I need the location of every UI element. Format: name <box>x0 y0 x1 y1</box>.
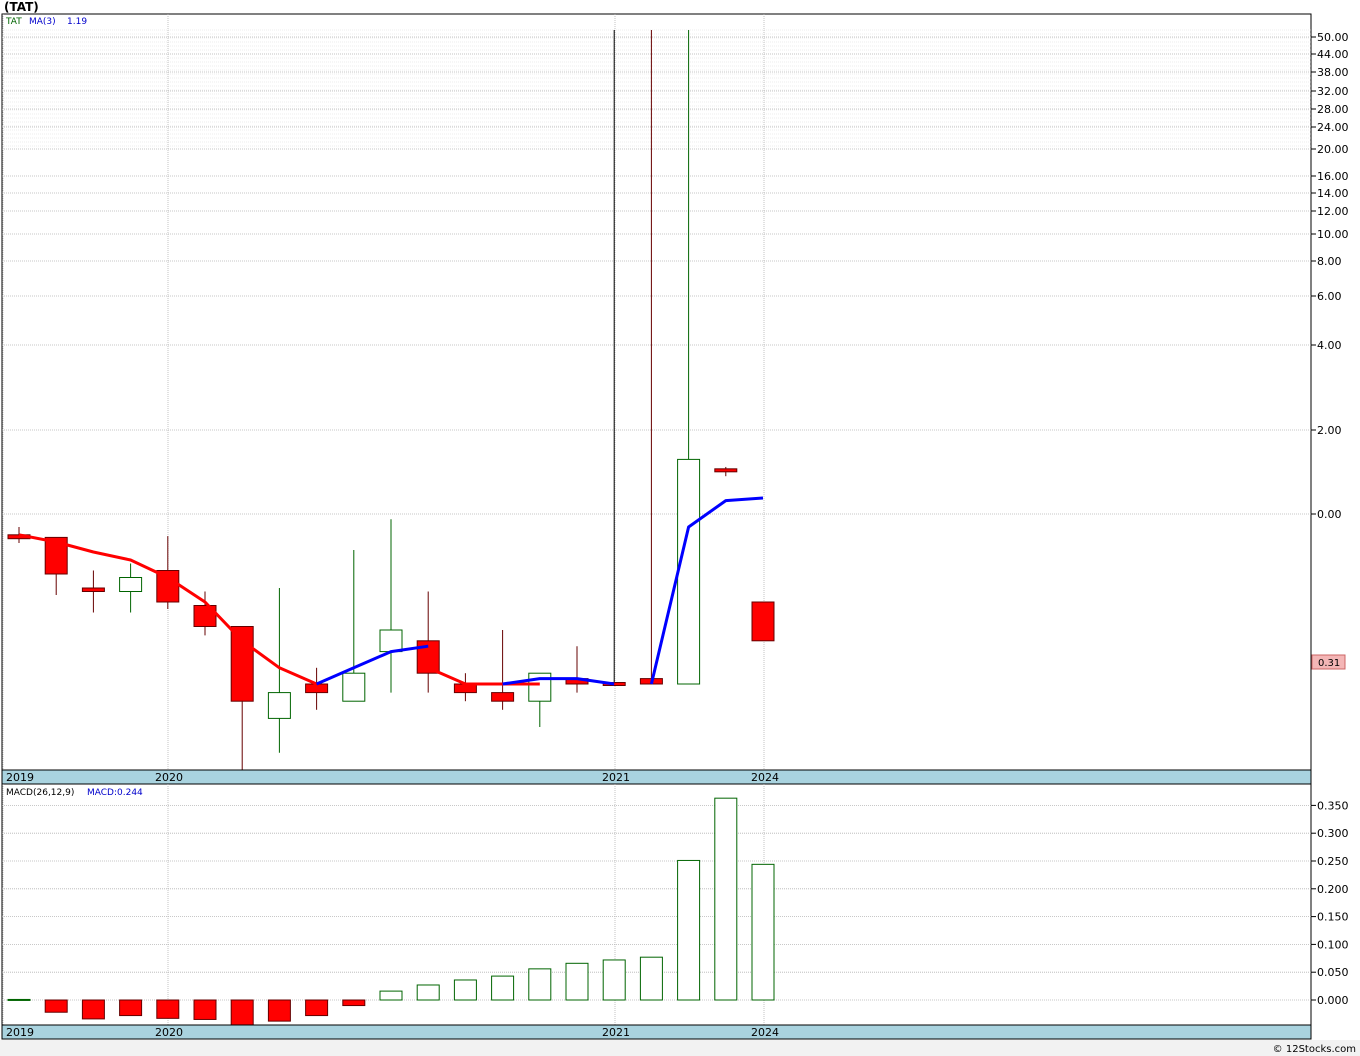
macd-bar <box>230 999 254 1026</box>
macd-bar <box>267 999 291 1022</box>
price-y-tick-label: 10.00 <box>1317 228 1349 241</box>
macd-legend-name: MACD(26,12,9) <box>6 788 74 798</box>
macd-bar <box>156 999 180 1019</box>
credit-text: © 12Stocks.com <box>1272 1044 1356 1055</box>
price-y-tick-label: 14.00 <box>1317 187 1349 200</box>
macd-bar <box>44 999 68 1013</box>
price-y-axis: 50.00 44.00 38.00 32.00 28.00 24.00 20.00 16.00… <box>1311 31 1349 521</box>
macd-y-tick-label: 0.250 <box>1317 855 1349 868</box>
macd-bar <box>639 956 663 1001</box>
macd-y-axis: 0.350 0.300 0.250 0.200 0.150 0.100 0.050 0.000 <box>1311 799 1349 1007</box>
price-y-tick-label: 12.00 <box>1317 205 1349 218</box>
macd-bar <box>416 984 440 1001</box>
candle-body <box>714 468 738 473</box>
price-y-tick-label: 16.00 <box>1317 170 1349 183</box>
price-y-tick-label: 38.00 <box>1317 66 1349 79</box>
macd-bar <box>305 999 329 1017</box>
macd-x-label: 2020 <box>155 1026 183 1039</box>
price-legend-ma-value: 1.19 <box>67 17 87 27</box>
candle-body <box>267 692 291 719</box>
price-y-tick-label: 2.00 <box>1317 424 1342 437</box>
price-y-tick-label: 20.00 <box>1317 143 1349 156</box>
macd-y-tick-label: 0.150 <box>1317 911 1349 924</box>
price-legend-symbol: TAT <box>5 17 22 27</box>
price-y-tick-label: 0.00 <box>1317 508 1342 521</box>
macd-bar <box>491 975 515 1001</box>
macd-y-tick-label: 0.050 <box>1317 966 1349 979</box>
macd-x-axis-strip <box>1 1024 1312 1040</box>
price-legend-ma-label: MA(3) <box>29 17 56 27</box>
price-y-tick-label: 8.00 <box>1317 255 1342 268</box>
candle-body <box>230 626 254 702</box>
price-x-label: 2021 <box>602 771 630 784</box>
macd-bar <box>193 999 217 1020</box>
price-y-tick-label: 24.00 <box>1317 121 1349 134</box>
candle-body <box>379 629 403 653</box>
macd-x-label: 2019 <box>6 1026 34 1039</box>
price-y-tick-label: 50.00 <box>1317 31 1349 44</box>
candle-body <box>677 458 701 685</box>
macd-y-tick-label: 0.300 <box>1317 827 1349 840</box>
macd-bar <box>677 859 701 1001</box>
macd-y-tick-label: 0.200 <box>1317 883 1349 896</box>
price-y-tick-label: 28.00 <box>1317 103 1349 116</box>
price-x-label: 2020 <box>155 771 183 784</box>
macd-bar <box>453 979 477 1001</box>
price-y-tick-label: 6.00 <box>1317 290 1342 303</box>
price-x-axis-strip <box>1 769 1312 785</box>
macd-bar <box>119 999 143 1017</box>
price-y-tick-label: 32.00 <box>1317 85 1349 98</box>
macd-bar <box>565 962 589 1001</box>
macd-bar <box>751 863 775 1001</box>
price-x-label: 2019 <box>6 771 34 784</box>
price-tag: 0.31 <box>1311 654 1346 670</box>
price-x-label: 2024 <box>751 771 779 784</box>
candle-body <box>342 672 366 702</box>
macd-bar <box>379 990 403 1001</box>
macd-x-label: 2021 <box>602 1026 630 1039</box>
price-y-tick-label: 4.00 <box>1317 339 1342 352</box>
macd-y-tick-label: 0.350 <box>1317 799 1349 812</box>
candle-body <box>751 601 775 642</box>
macd-bar <box>528 968 552 1001</box>
macd-y-tick-label: 0.100 <box>1317 938 1349 951</box>
price-y-tick-label: 44.00 <box>1317 48 1349 61</box>
macd-y-tick-label: 0.000 <box>1317 994 1349 1007</box>
footer-strip <box>0 1040 1360 1056</box>
macd-bar <box>342 999 366 1007</box>
candle-body <box>81 587 105 592</box>
macd-bar <box>7 998 31 1001</box>
macd-x-label: 2024 <box>751 1026 779 1039</box>
macd-legend-value: MACD:0.244 <box>87 788 143 798</box>
macd-bar <box>81 999 105 1020</box>
price-tag-value: 0.31 <box>1318 658 1340 669</box>
candle-body <box>119 577 143 592</box>
macd-bar <box>714 797 738 1001</box>
chart-canvas: 50.00 44.00 38.00 32.00 28.00 24.00 20.00 16.00… <box>0 13 1360 1056</box>
macd-bar <box>602 959 626 1001</box>
candle-body <box>491 692 515 702</box>
candle-body <box>305 683 329 694</box>
